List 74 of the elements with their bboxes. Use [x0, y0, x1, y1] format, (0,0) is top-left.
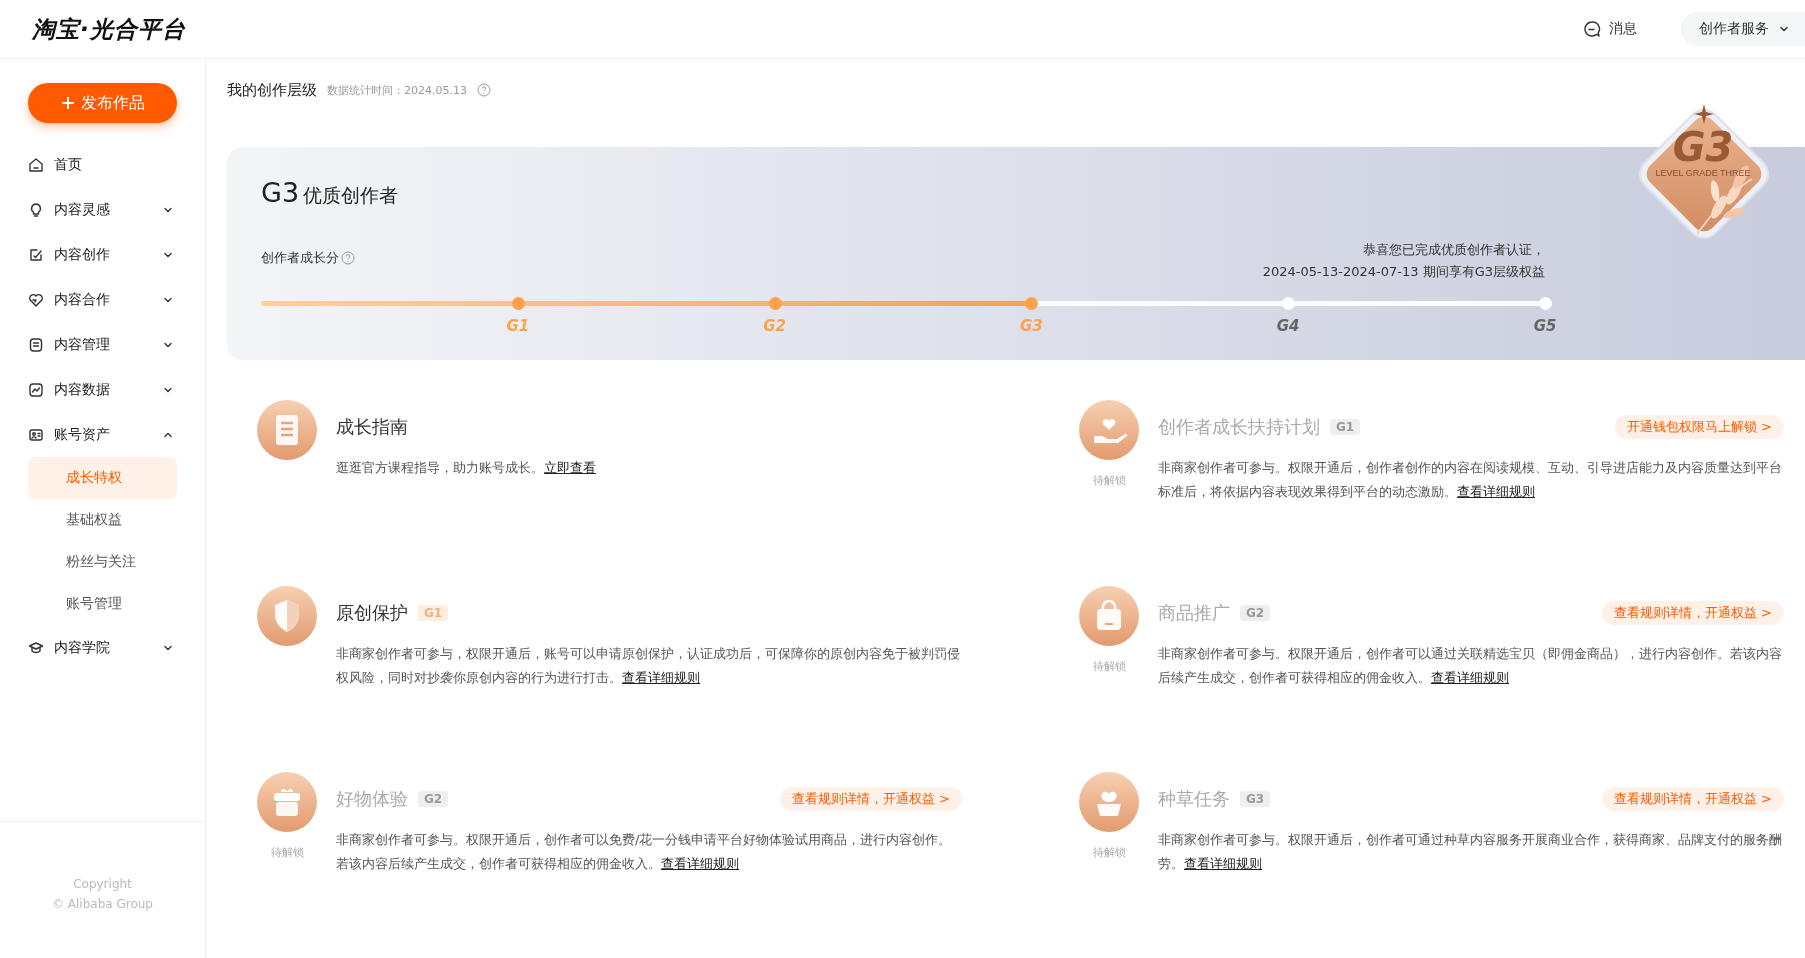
document-icon	[257, 400, 317, 460]
milestone-label: G1	[506, 317, 530, 335]
lock-status: 待解锁	[1092, 659, 1126, 674]
nav-item[interactable]: 账号资产	[28, 412, 177, 457]
chat-icon	[1583, 20, 1601, 38]
copyright-text: © Alibaba Group	[51, 896, 154, 913]
privilege-title: 好物体验	[336, 787, 408, 811]
submenu-item[interactable]: 账号管理	[28, 583, 177, 625]
shield-icon	[257, 586, 317, 646]
creator-service-dropdown[interactable]: 创作者服务	[1681, 12, 1805, 46]
stat-time: 数据统计时间：2024.05.13	[327, 82, 467, 98]
rules-link[interactable]: 查看详细规则	[1457, 484, 1535, 499]
page-title: 我的创作层级	[227, 80, 317, 100]
notice-text: 恭喜您已完成优质创作者认证，	[1362, 241, 1545, 259]
milestone-label: G4	[1276, 317, 1300, 335]
folder-icon	[28, 336, 44, 353]
level-tag: G1	[1330, 419, 1361, 435]
privilege-description: 非商家创作者可参与。权限开通后，创作者创作的内容在阅读规模、互动、引导进店能力及内容质量达到平台标准后，将依据内容表现效果得到平台的动态激励。查看详细规则	[1158, 459, 1783, 501]
privilege-description: 非商家创作者可参与。权限开通后，创作者可通过种草内容服务开展商业合作，获得商家、品牌支付的服务酬劳。查看详细规则	[1158, 831, 1783, 873]
rules-link[interactable]: 查看详细规则	[1431, 670, 1509, 685]
id-card-icon	[28, 426, 44, 443]
messages-link[interactable]: 消息	[1583, 20, 1637, 38]
nav-item[interactable]: 内容灵感	[28, 187, 177, 232]
rules-link[interactable]: 查看详细规则	[1184, 856, 1262, 871]
home-icon	[28, 156, 44, 173]
chart-icon	[28, 381, 44, 398]
privilege-description: 非商家创作者可参与。权限开通后，创作者可以通过关联精选宝贝（即佣金商品），进行内容创作。若该内容后续产生成交，创作者可获得相应的佣金收入。查看详细规则	[1158, 645, 1783, 687]
rules-link[interactable]: 立即查看	[544, 460, 596, 475]
help-icon	[341, 251, 355, 265]
edit-icon	[28, 246, 44, 263]
privilege-description: 逛逛官方课程指导，助力账号成长。立即查看	[336, 459, 597, 477]
privilege-title: 成长指南	[336, 415, 408, 439]
privilege-description: 非商家创作者可参与，权限开通后，账号可以申请原创保护，认证成功后，可保障你的原创内容免于被判罚侵权风险，同时对抄袭你原创内容的行为进行打击。查看详细规则	[336, 645, 961, 687]
nav-item[interactable]: 内容学院	[28, 625, 177, 670]
lock-status: 待解锁	[270, 845, 304, 860]
rules-link[interactable]: 查看详细规则	[622, 670, 700, 685]
privilege-description: 非商家创作者可参与。权限开通后，创作者可以免费/花一分钱申请平台好物体验试用商品，进行内容创作。若该内容后续产生成交，创作者可获得相应的佣金收入。查看详细规则	[336, 831, 953, 873]
level-tag: G1	[418, 605, 449, 621]
privilege-title: 种草任务	[1158, 787, 1230, 811]
privilege-title: 商品推广	[1158, 601, 1230, 625]
level-tag: G2	[418, 791, 449, 807]
lock-status: 待解锁	[1092, 845, 1126, 860]
notice-text: 2024-05-13-2024-07-13 期间享有G3层级权益	[1262, 263, 1545, 281]
plus-icon	[60, 96, 75, 110]
nav-item[interactable]: 内容创作	[28, 232, 177, 277]
submenu-item[interactable]: 粉丝与关注	[28, 541, 177, 583]
heart-icon	[28, 291, 44, 308]
level-name: 优质创作者	[303, 183, 399, 208]
level-code: G3	[261, 177, 300, 208]
nav-item[interactable]: 内容合作	[28, 277, 177, 322]
lightbulb-icon	[28, 201, 44, 218]
nav-item[interactable]: 内容管理	[28, 322, 177, 367]
score-label: 创作者成长分	[261, 249, 339, 267]
milestone-label: G5	[1533, 317, 1557, 335]
bag-icon	[1079, 586, 1139, 646]
help-icon	[477, 83, 491, 97]
logo[interactable]: 淘宝·光合平台	[32, 13, 186, 45]
level-tag: G3	[1240, 791, 1271, 807]
submenu-item[interactable]: 基础权益	[28, 499, 177, 541]
level-tag: G2	[1240, 605, 1271, 621]
sprout-icon	[1079, 772, 1139, 832]
rules-link[interactable]: 查看详细规则	[661, 856, 739, 871]
lock-status: 待解锁	[1092, 473, 1126, 488]
privilege-title: 原创保护	[336, 601, 408, 625]
chevron-down-icon	[1779, 24, 1789, 34]
milestone-label: G2	[763, 317, 786, 335]
graduation-cap-icon	[28, 639, 44, 656]
heart-hand-icon	[1079, 400, 1139, 460]
nav-item[interactable]: 内容数据	[28, 367, 177, 412]
milestone-label: G3	[1020, 317, 1043, 335]
gift-icon	[257, 772, 317, 832]
copyright-text: Copyright	[72, 876, 133, 893]
privilege-title: 创作者成长扶持计划	[1158, 415, 1320, 439]
nav-item[interactable]: 首页	[28, 142, 177, 187]
